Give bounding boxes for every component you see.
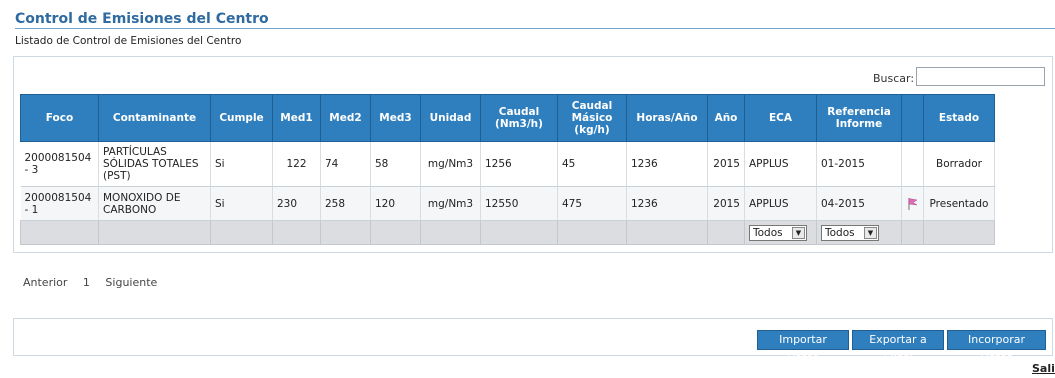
column-header-estado[interactable]: Estado (923, 94, 995, 142)
pager-page-1[interactable]: 1 (83, 276, 90, 289)
column-header-med2[interactable]: Med2 (320, 94, 371, 142)
cell-cumple: Si (210, 186, 273, 221)
column-header-ano[interactable]: Año (707, 94, 745, 142)
search-input[interactable] (916, 67, 1045, 86)
referencia-filter-value: Todos (825, 226, 855, 239)
referencia-filter-select[interactable]: Todos ▼ (821, 224, 879, 241)
cell-referencia: 04-2015 (816, 186, 902, 221)
column-header-cumple[interactable]: Cumple (210, 94, 273, 142)
cell-cumple: Si (210, 141, 273, 187)
exportar-excel-button[interactable]: Exportar a Excel (852, 330, 944, 364)
importar-datos-button[interactable]: Importar Datos (757, 330, 849, 364)
cell-icon[interactable] (901, 186, 924, 221)
cell-unidad: mg/Nm3 (420, 141, 481, 187)
pager-prev[interactable]: Anterior (23, 276, 67, 289)
column-header-contaminante[interactable]: Contaminante (98, 94, 211, 142)
flag-icon[interactable] (907, 197, 919, 211)
table-row[interactable]: 2000081504 - 3 PARTÍCULAS SÓLIDAS TOTALE… (20, 141, 995, 187)
cell-ano: 2015 (707, 141, 745, 187)
pagination: Anterior 1 Siguiente (23, 276, 169, 289)
cell-eca: APPLUS (744, 186, 817, 221)
column-header-eca[interactable]: ECA (744, 94, 817, 142)
cell-estado: Borrador (923, 141, 995, 187)
cell-contaminante: PARTÍCULAS SÓLIDAS TOTALES (PST) (98, 141, 211, 187)
column-header-unidad[interactable]: Unidad (420, 94, 481, 142)
cell-caudal: 12550 (480, 186, 558, 221)
column-header-caudal[interactable]: Caudal (Nm3/h) (480, 94, 558, 142)
cell-foco: 2000081504 - 1 (20, 186, 99, 221)
cell-eca: APPLUS (744, 141, 817, 187)
title-divider (15, 28, 1055, 29)
page-title: Control de Emisiones del Centro (15, 11, 269, 27)
salir-link[interactable]: Salir (1032, 362, 1055, 375)
filter-row: Todos ▼ Todos ▼ (20, 220, 995, 245)
search-label: Buscar: (873, 72, 915, 85)
cell-horas-ano: 1236 (626, 186, 708, 221)
cell-caudal-masico: 45 (557, 141, 627, 187)
incorporar-datos-button[interactable]: Incorporar Datos (947, 330, 1046, 364)
cell-foco: 2000081504 - 3 (20, 141, 99, 187)
table-header-row: Foco Contaminante Cumple Med1 Med2 Med3 … (20, 94, 995, 142)
eca-filter-value: Todos (753, 226, 783, 239)
cell-med2: 258 (320, 186, 371, 221)
cell-caudal-masico: 475 (557, 186, 627, 221)
cell-referencia: 01-2015 (816, 141, 902, 187)
chevron-down-icon[interactable]: ▼ (792, 226, 805, 239)
cell-med3: 120 (370, 186, 421, 221)
cell-icon (901, 141, 924, 187)
column-header-icon (901, 94, 924, 142)
eca-filter-select[interactable]: Todos ▼ (749, 224, 807, 241)
table-row[interactable]: 2000081504 - 1 MONOXIDO DE CARBONO Si 23… (20, 186, 995, 221)
column-header-horas-ano[interactable]: Horas/Año (626, 94, 708, 142)
page-subtitle: Listado de Control de Emisiones del Cent… (15, 35, 242, 47)
cell-med1: 230 (272, 186, 321, 221)
cell-caudal: 1256 (480, 141, 558, 187)
cell-estado: Presentado (923, 186, 995, 221)
cell-unidad: mg/Nm3 (420, 186, 481, 221)
cell-med1: 122 (272, 141, 321, 187)
cell-contaminante: MONOXIDO DE CARBONO (98, 186, 211, 221)
cell-horas-ano: 1236 (626, 141, 708, 187)
column-header-caudal-masico[interactable]: Caudal Másico (kg/h) (557, 94, 627, 142)
cell-med2: 74 (320, 141, 371, 187)
pager-next[interactable]: Siguiente (105, 276, 157, 289)
cell-med3: 58 (370, 141, 421, 187)
column-header-med3[interactable]: Med3 (370, 94, 421, 142)
emissions-table: Foco Contaminante Cumple Med1 Med2 Med3 … (20, 94, 995, 245)
chevron-down-icon[interactable]: ▼ (864, 226, 877, 239)
column-header-med1[interactable]: Med1 (272, 94, 321, 142)
cell-ano: 2015 (707, 186, 745, 221)
column-header-foco[interactable]: Foco (20, 94, 99, 142)
column-header-referencia[interactable]: Referencia Informe (816, 94, 902, 142)
